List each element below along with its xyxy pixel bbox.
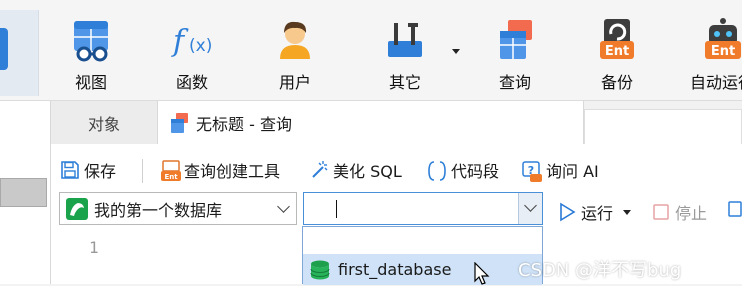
function-icon: f (x) <box>169 17 215 63</box>
tab-bar: 对象 无标题 - 查询 <box>51 101 742 144</box>
query-builder-icon: Ent <box>160 160 181 181</box>
save-icon <box>60 160 80 180</box>
code-snippet-button[interactable]: 代码段 <box>427 156 499 184</box>
toolbar-automation-button[interactable]: Ent 自动运行 <box>682 0 742 101</box>
database-select-toggle[interactable] <box>518 193 542 224</box>
toolbar-function-button[interactable]: f (x) 函数 <box>165 0 219 101</box>
query-icon <box>492 17 538 63</box>
tools-icon <box>382 17 428 63</box>
beautify-sql-button[interactable]: 美化 SQL <box>309 156 402 184</box>
toolbar-user-label: 用户 <box>278 73 311 92</box>
ask-ai-label: 询问 AI <box>546 162 599 181</box>
run-label: 运行 <box>581 204 614 223</box>
toolbar-other-button[interactable]: 其它 <box>378 0 432 101</box>
svg-text:Ent: Ent <box>711 44 735 59</box>
toolbar-backup-label: 备份 <box>600 73 633 92</box>
toolbar-view-button[interactable]: 视图 <box>64 0 118 101</box>
other-dropdown-arrow-icon[interactable] <box>452 49 460 54</box>
explain-icon[interactable] <box>727 200 742 220</box>
dropdown-empty-option[interactable] <box>303 227 542 254</box>
connection-select-value: 我的第一个数据库 <box>94 200 223 220</box>
toolbar-other-label: 其它 <box>388 73 421 92</box>
navigator-panel <box>0 101 51 284</box>
run-button[interactable]: 运行 <box>557 198 632 226</box>
user-icon <box>272 17 318 63</box>
code-snippet-icon <box>427 160 447 181</box>
tab-query-label: 无标题 - 查询 <box>196 114 292 134</box>
toolbar-automation-label: 自动运行 <box>689 73 742 92</box>
tab-objects[interactable]: 对象 <box>51 101 157 144</box>
svg-text:Ent: Ent <box>164 173 178 181</box>
tab-query[interactable]: 无标题 - 查询 <box>157 101 584 144</box>
watermark: CSDN @洋不写bug <box>518 260 682 281</box>
toolbar-backup-button[interactable]: Ent 备份 <box>590 0 644 101</box>
svg-text:Ent: Ent <box>605 44 629 59</box>
mysql-connection-icon <box>66 197 88 220</box>
query-tab-icon <box>168 112 190 134</box>
dropdown-option-label: first_database <box>338 260 452 279</box>
save-label: 保存 <box>84 162 117 181</box>
database-select[interactable] <box>303 192 543 225</box>
toolbar-function-label: 函数 <box>175 73 208 92</box>
magic-wand-icon <box>309 160 329 180</box>
robot-icon: Ent <box>699 17 742 63</box>
svg-text:(x): (x) <box>189 36 212 56</box>
text-caret <box>336 200 337 218</box>
tab-bar-empty-area <box>584 109 742 144</box>
toolbar-item-table[interactable] <box>0 10 39 96</box>
toolbar-separator <box>142 159 143 183</box>
chevron-down-icon <box>277 200 290 213</box>
query-builder-label: 查询创建工具 <box>184 162 281 181</box>
main-toolbar: 视图 f (x) 函数 用户 其它 查询 Ent 备份 Ent 自动运 <box>0 0 742 101</box>
code-snippet-label: 代码段 <box>451 162 500 181</box>
backup-icon: Ent <box>594 17 640 63</box>
database-dropdown-list: first_database <box>302 226 543 285</box>
stop-icon <box>651 202 671 222</box>
line-number: 1 <box>89 238 99 257</box>
view-icon <box>68 17 114 63</box>
stop-button[interactable]: 停止 <box>651 198 707 226</box>
database-icon <box>309 259 331 281</box>
toolbar-user-button[interactable]: 用户 <box>268 0 322 101</box>
svg-text:f: f <box>171 24 189 59</box>
dropdown-option[interactable]: first_database <box>303 254 542 285</box>
toolbar-view-label: 视图 <box>74 73 107 92</box>
beautify-sql-label: 美化 SQL <box>333 162 402 181</box>
ask-ai-button[interactable]: ? 询问 AI <box>522 156 599 184</box>
toolbar-query-label: 查询 <box>498 73 531 92</box>
chevron-down-icon <box>524 199 537 212</box>
run-play-icon <box>557 202 577 222</box>
query-builder-button[interactable]: Ent 查询创建工具 <box>160 156 280 184</box>
save-button[interactable]: 保存 <box>60 156 116 184</box>
connection-select[interactable]: 我的第一个数据库 <box>59 192 297 225</box>
toolbar-query-button[interactable]: 查询 <box>488 0 542 101</box>
run-dropdown-arrow-icon[interactable] <box>623 209 632 215</box>
navigator-selected-row[interactable] <box>0 178 47 207</box>
table-icon <box>0 28 8 70</box>
stop-label: 停止 <box>675 204 708 223</box>
ask-ai-icon: ? <box>522 160 542 182</box>
